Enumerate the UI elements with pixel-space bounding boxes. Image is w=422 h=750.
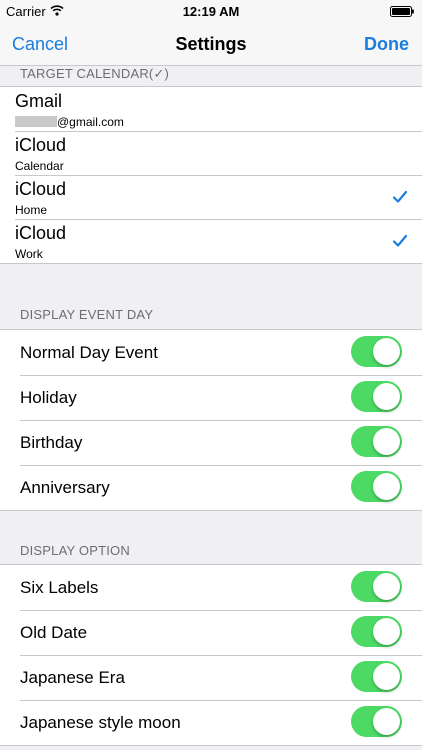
calendar-row-gmail[interactable]: Gmail @gmail.com bbox=[0, 87, 422, 131]
target-calendar-list: Gmail @gmail.com iCloud Calendar iCloud … bbox=[0, 86, 422, 264]
checkmark-icon bbox=[392, 234, 408, 247]
calendar-title: Gmail bbox=[15, 91, 63, 111]
calendar-email: @gmail.com bbox=[57, 115, 124, 129]
birthday-switch[interactable] bbox=[351, 426, 402, 457]
calendar-title: iCloud bbox=[15, 223, 67, 243]
toggle-label: Japanese Era bbox=[20, 668, 125, 687]
redacted-email-box bbox=[15, 116, 57, 127]
toggle-label: Old Date bbox=[20, 623, 88, 642]
japanese-style-moon-switch[interactable] bbox=[351, 706, 402, 737]
toggle-row-japanese-era: Japanese Era bbox=[0, 655, 422, 700]
section-header-display-option: DISPLAY OPTION bbox=[20, 543, 130, 558]
toggle-row-anniversary: Anniversary bbox=[0, 465, 422, 510]
toggle-label: Birthday bbox=[20, 433, 83, 452]
switch-knob bbox=[373, 383, 400, 410]
toggle-row-six-labels: Six Labels bbox=[0, 565, 422, 610]
switch-knob bbox=[373, 473, 400, 500]
normal-day-event-switch[interactable] bbox=[351, 336, 402, 367]
calendar-subtitle: Calendar bbox=[15, 159, 64, 173]
done-button[interactable]: Done bbox=[364, 34, 409, 55]
switch-knob bbox=[373, 573, 400, 600]
toggle-row-normal-day-event: Normal Day Event bbox=[0, 330, 422, 375]
switch-knob bbox=[373, 708, 400, 735]
switch-knob bbox=[373, 618, 400, 645]
calendar-subtitle: @gmail.com bbox=[15, 115, 124, 129]
calendar-subtitle: Work bbox=[15, 247, 43, 261]
holiday-switch[interactable] bbox=[351, 381, 402, 412]
status-bar: Carrier 12:19 AM bbox=[0, 0, 422, 22]
display-event-day-list: Normal Day Event Holiday Birthday Annive… bbox=[0, 329, 422, 511]
six-labels-switch[interactable] bbox=[351, 571, 402, 602]
toggle-label: Holiday bbox=[20, 388, 77, 407]
section-header-display-event-day: DISPLAY EVENT DAY bbox=[20, 307, 154, 322]
switch-knob bbox=[373, 663, 400, 690]
calendar-title: iCloud bbox=[15, 179, 67, 199]
switch-knob bbox=[373, 338, 400, 365]
status-time: 12:19 AM bbox=[182, 4, 240, 19]
calendar-row-icloud-home[interactable]: iCloud Home bbox=[0, 175, 422, 219]
toggle-label: Japanese style moon bbox=[20, 713, 181, 732]
japanese-era-switch[interactable] bbox=[351, 661, 402, 692]
navigation-bar: Cancel Settings Done bbox=[0, 22, 422, 66]
toggle-row-holiday: Holiday bbox=[0, 375, 422, 420]
calendar-row-icloud-work[interactable]: iCloud Work bbox=[0, 219, 422, 263]
calendar-row-icloud-calendar[interactable]: iCloud Calendar bbox=[0, 131, 422, 175]
checkmark-icon bbox=[392, 190, 408, 203]
toggle-row-birthday: Birthday bbox=[0, 420, 422, 465]
section-header-target-calendar: TARGET CALENDAR(✓) bbox=[20, 66, 170, 81]
toggle-label: Normal Day Event bbox=[20, 343, 158, 362]
anniversary-switch[interactable] bbox=[351, 471, 402, 502]
battery-icon bbox=[390, 6, 414, 17]
toggle-row-old-date: Old Date bbox=[0, 610, 422, 655]
page-title: Settings bbox=[175, 34, 247, 54]
calendar-title: iCloud bbox=[15, 135, 67, 155]
toggle-label: Six Labels bbox=[20, 578, 99, 597]
old-date-switch[interactable] bbox=[351, 616, 402, 647]
toggle-row-japanese-style-moon: Japanese style moon bbox=[0, 700, 422, 745]
switch-knob bbox=[373, 428, 400, 455]
toggle-label: Anniversary bbox=[20, 478, 110, 497]
calendar-subtitle: Home bbox=[15, 203, 48, 217]
display-option-list: Six Labels Old Date Japanese Era Japanes… bbox=[0, 564, 422, 746]
